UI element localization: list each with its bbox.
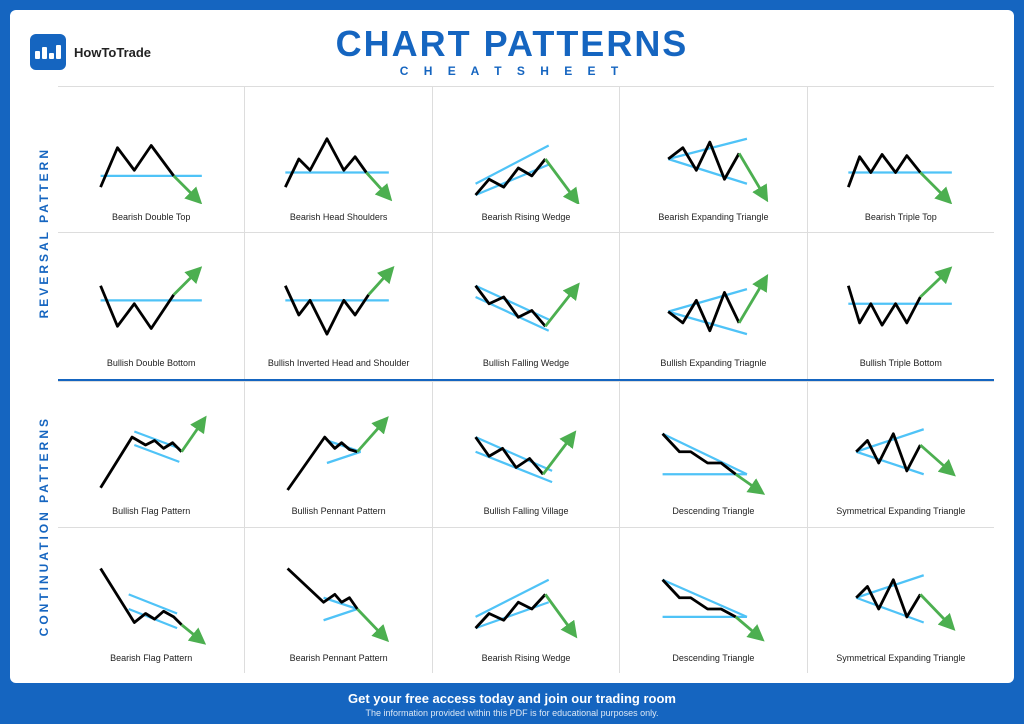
footer-main-text: Get your free access today and join our … [0, 691, 1024, 706]
logo-icon [30, 34, 66, 70]
reversal-label-half: REVERSAL PATTERN [30, 86, 58, 380]
cell-descending-triangle-1: Descending Triangle [620, 382, 807, 527]
logo-text: HowToTrade [74, 45, 151, 60]
label-sym-expanding-triangle-2: Symmetrical Expanding Triangle [836, 647, 965, 669]
title-area: CHART PATTERNS C H E A T S H E E T [190, 26, 834, 78]
cell-bullish-inv-head-shoulders: Bullish Inverted Head and Shoulder [245, 233, 432, 378]
cell-bullish-expanding-triangle: Bullish Expanding Triagnle [620, 233, 807, 378]
side-labels-col: REVERSAL PATTERN CONTINUATION PATTERNS [30, 86, 58, 673]
logo-area: HowToTrade [30, 34, 190, 70]
reversal-label: REVERSAL PATTERN [37, 147, 51, 318]
label-bearish-head-shoulders: Bearish Head Shoulders [290, 206, 388, 228]
cell-bullish-flag: Bullish Flag Pattern [58, 382, 245, 527]
label-bullish-flag: Bullish Flag Pattern [112, 501, 190, 523]
footer-sub-text: The information provided within this PDF… [0, 708, 1024, 718]
label-bearish-triple-top: Bearish Triple Top [865, 206, 937, 228]
pattern-row-2: Bullish Double Bottom Bullish Inverted H… [58, 232, 994, 378]
cell-bullish-triple-bottom: Bullish Triple Bottom [808, 233, 994, 378]
label-descending-triangle-1: Descending Triangle [672, 501, 754, 523]
label-bearish-pennant: Bearish Pennant Pattern [290, 647, 388, 669]
patterns-grid: Bearish Double Top Bearish Head Shoulder… [58, 86, 994, 673]
pattern-row-1: Bearish Double Top Bearish Head Shoulder… [58, 86, 994, 232]
cell-bearish-rising-wedge-2: Bearish Rising Wedge [433, 528, 620, 673]
label-bullish-pennant: Bullish Pennant Pattern [292, 501, 386, 523]
continuation-label-half: CONTINUATION PATTERNS [30, 380, 58, 674]
grid-area: REVERSAL PATTERN CONTINUATION PATTERNS B… [30, 86, 994, 673]
cell-bearish-rising-wedge: Bearish Rising Wedge [433, 87, 620, 232]
cell-descending-triangle-2: Descending Triangle [620, 528, 807, 673]
footer: Get your free access today and join our … [0, 683, 1024, 724]
label-bullish-inv-head-shoulders: Bullish Inverted Head and Shoulder [268, 353, 410, 375]
cell-bullish-double-bottom: Bullish Double Bottom [58, 233, 245, 378]
cell-bearish-flag: Bearish Flag Pattern [58, 528, 245, 673]
cell-bearish-head-shoulders: Bearish Head Shoulders [245, 87, 432, 232]
label-bearish-flag: Bearish Flag Pattern [110, 647, 192, 669]
cell-sym-expanding-triangle-2: Symmetrical Expanding Triangle [808, 528, 994, 673]
header: HowToTrade CHART PATTERNS C H E A T S H … [30, 26, 994, 78]
label-bullish-expanding-triangle: Bullish Expanding Triagnle [660, 353, 766, 375]
label-bearish-rising-wedge: Bearish Rising Wedge [482, 206, 571, 228]
label-bullish-falling-village: Bullish Falling Village [484, 501, 569, 523]
pattern-row-3: Bullish Flag Pattern Bullish Pennant Pat… [58, 381, 994, 527]
label-bullish-falling-wedge: Bullish Falling Wedge [483, 353, 569, 375]
label-bearish-rising-wedge-2: Bearish Rising Wedge [482, 647, 571, 669]
label-sym-expanding-triangle-1: Symmetrical Expanding Triangle [836, 501, 965, 523]
label-descending-triangle-2: Descending Triangle [672, 647, 754, 669]
cell-bearish-pennant: Bearish Pennant Pattern [245, 528, 432, 673]
continuation-label: CONTINUATION PATTERNS [37, 416, 51, 636]
logo-bars [35, 45, 61, 59]
label-bearish-expanding-triangle: Bearish Expanding Triangle [658, 206, 768, 228]
cell-bearish-expanding-triangle: Bearish Expanding Triangle [620, 87, 807, 232]
pattern-row-4: Bearish Flag Pattern Bearish Pennant Pat… [58, 527, 994, 673]
label-bullish-triple-bottom: Bullish Triple Bottom [860, 353, 942, 375]
main-title: CHART PATTERNS [190, 26, 834, 62]
cell-bullish-falling-village: Bullish Falling Village [433, 382, 620, 527]
label-bearish-double-top: Bearish Double Top [112, 206, 190, 228]
cell-bearish-triple-top: Bearish Triple Top [808, 87, 994, 232]
cell-bearish-double-top: Bearish Double Top [58, 87, 245, 232]
cell-sym-expanding-triangle-1: Symmetrical Expanding Triangle [808, 382, 994, 527]
sub-title: C H E A T S H E E T [190, 64, 834, 78]
cell-bullish-pennant: Bullish Pennant Pattern [245, 382, 432, 527]
label-bullish-double-bottom: Bullish Double Bottom [107, 353, 196, 375]
cell-bullish-falling-wedge: Bullish Falling Wedge [433, 233, 620, 378]
